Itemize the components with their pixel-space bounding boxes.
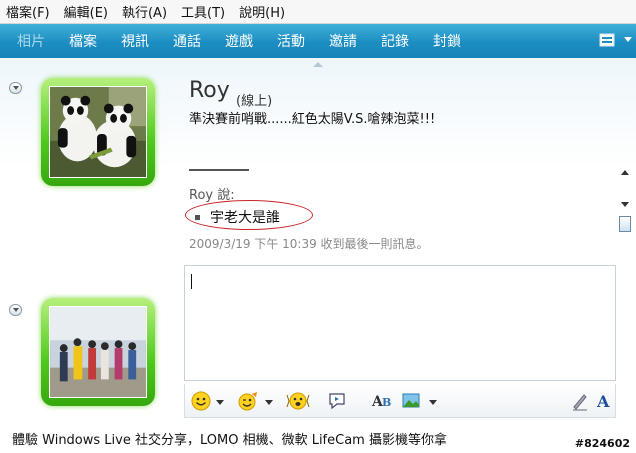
collapse-my-pic-icon[interactable] bbox=[9, 304, 22, 316]
history-scrollbar[interactable] bbox=[618, 170, 632, 234]
menu-edit[interactable]: 編輯(E) bbox=[64, 2, 108, 21]
collapse-contact-pic-icon[interactable] bbox=[9, 82, 22, 94]
toolbar-history[interactable]: 記錄 bbox=[374, 31, 416, 51]
text-cursor bbox=[191, 274, 192, 289]
emoticon-dropdown-icon[interactable] bbox=[216, 400, 224, 405]
emoticon-icon[interactable] bbox=[191, 391, 211, 411]
history-divider bbox=[189, 169, 249, 171]
svg-text:A: A bbox=[596, 392, 610, 411]
toolbar-video[interactable]: 視訊 bbox=[114, 31, 156, 51]
menu-tools[interactable]: 工具(T) bbox=[181, 2, 225, 21]
font-icon[interactable]: A B bbox=[371, 391, 393, 411]
contact-personal-message: 準決賽前哨戰......紅色太陽V.S.嗆辣泡菜!!! bbox=[189, 112, 436, 127]
voice-clip-icon[interactable] bbox=[327, 391, 349, 411]
conversation-history: Roy 說: 宇老大是誰 2009/3/19 下午 10:39 收到最後一則訊息… bbox=[185, 184, 609, 252]
message-input[interactable] bbox=[184, 265, 616, 381]
menu-file[interactable]: 檔案(F) bbox=[6, 2, 50, 21]
text-style-icon[interactable]: A bbox=[595, 391, 613, 411]
menu-bar: 檔案(F) 編輯(E) 執行(A) 工具(T) 說明(H) bbox=[0, 0, 636, 24]
expand-up-icon[interactable] bbox=[313, 62, 323, 67]
contact-avatar[interactable] bbox=[41, 78, 155, 186]
scroll-down-arrow-icon[interactable] bbox=[621, 202, 629, 207]
panda-photo bbox=[49, 86, 147, 178]
options-dropdown-caret-icon[interactable] bbox=[624, 37, 632, 42]
toolbar-files[interactable]: 檔案 bbox=[62, 31, 104, 51]
last-message-timestamp: 2009/3/19 下午 10:39 收到最後一則訊息。 bbox=[189, 237, 429, 251]
toolbar-games[interactable]: 遊戲 bbox=[218, 31, 260, 51]
toolbar-photos[interactable]: 相片 bbox=[10, 31, 52, 51]
background-icon[interactable] bbox=[401, 391, 423, 411]
background-dropdown-icon[interactable] bbox=[429, 400, 437, 405]
contact-name: Roy bbox=[189, 78, 230, 103]
conversation-window: Roy (線上) 準決賽前哨戰......紅色太陽V.S.嗆辣泡菜!!! Roy… bbox=[0, 58, 636, 425]
options-menu-icon[interactable] bbox=[598, 32, 620, 50]
promo-banner-link[interactable]: 體驗 Windows Live 社交分享，LOMO 相機、微軟 LifeCam … bbox=[12, 429, 447, 448]
contact-status: (線上) bbox=[236, 94, 273, 109]
action-toolbar: 相片 檔案 視訊 通話 遊戲 活動 邀請 記錄 封鎖 bbox=[0, 24, 636, 58]
menu-help[interactable]: 說明(H) bbox=[239, 2, 285, 21]
toolbar-call[interactable]: 通話 bbox=[166, 31, 208, 51]
menu-actions[interactable]: 執行(A) bbox=[122, 2, 167, 21]
nudge-icon[interactable] bbox=[285, 391, 311, 411]
scroll-up-arrow-icon[interactable] bbox=[621, 170, 629, 175]
svg-text:B: B bbox=[382, 396, 391, 409]
toolbar-invite[interactable]: 邀請 bbox=[322, 31, 364, 51]
image-id-watermark: #824602 bbox=[574, 437, 630, 450]
group-photo bbox=[49, 306, 147, 398]
my-avatar[interactable] bbox=[41, 298, 155, 406]
wink-icon[interactable] bbox=[237, 391, 259, 411]
scroll-thumb[interactable] bbox=[619, 216, 631, 232]
wink-dropdown-icon[interactable] bbox=[265, 400, 273, 405]
compose-toolbar: A B A bbox=[184, 384, 616, 418]
toolbar-activities[interactable]: 活動 bbox=[270, 31, 312, 51]
toolbar-block[interactable]: 封鎖 bbox=[426, 31, 468, 51]
handwriting-icon[interactable] bbox=[571, 391, 589, 411]
highlight-circle bbox=[185, 200, 313, 230]
